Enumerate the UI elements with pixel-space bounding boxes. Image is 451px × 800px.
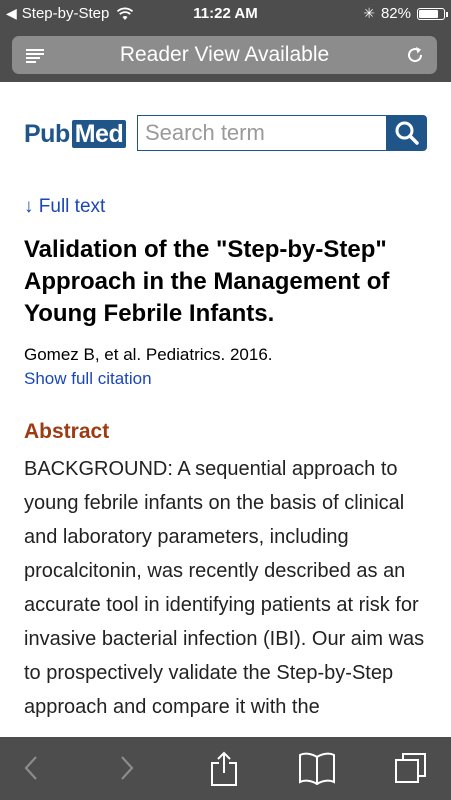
search-button[interactable]	[387, 115, 427, 151]
reader-view-available-label: Reader View Available	[119, 43, 330, 66]
article-title: Validation of the "Step-by-Step" Approac…	[24, 236, 390, 327]
back-icon[interactable]	[20, 751, 42, 785]
logo-pub-text: Pub	[24, 119, 70, 148]
forward-icon[interactable]	[116, 751, 138, 785]
address-bar[interactable]: Reader View Available	[12, 36, 437, 74]
status-bar: ◀ Step-by-Step 11:22 AM ✳ 82%	[0, 0, 451, 30]
abstract-text: BACKGROUND: A sequential approach to you…	[24, 458, 425, 718]
bookmarks-icon[interactable]	[298, 751, 336, 785]
address-bar-area: Reader View Available	[0, 30, 451, 82]
battery-percent: 82%	[380, 5, 411, 22]
page-content: Pub Med Search term ↓ Full text Validatio…	[0, 82, 451, 737]
share-icon[interactable]	[209, 751, 239, 787]
tabs-icon[interactable]	[394, 751, 428, 785]
show-full-citation-link[interactable]: Show full citation	[24, 369, 152, 389]
logo-med-text: Med	[71, 120, 127, 148]
browser-toolbar	[0, 737, 451, 800]
reload-icon[interactable]	[405, 45, 425, 65]
pubmed-logo[interactable]: Pub Med	[24, 115, 132, 153]
abstract-heading: Abstract	[24, 420, 110, 443]
activity-spinner-icon: ✳	[363, 5, 375, 21]
search-icon	[395, 121, 419, 145]
battery-icon	[417, 7, 448, 20]
full-text-link[interactable]: ↓ Full text	[24, 196, 105, 218]
battery-level	[419, 9, 438, 18]
search-input[interactable]: Search term	[137, 115, 387, 151]
article-citation: Gomez B, et al. Pediatrics. 2016.	[24, 345, 273, 364]
